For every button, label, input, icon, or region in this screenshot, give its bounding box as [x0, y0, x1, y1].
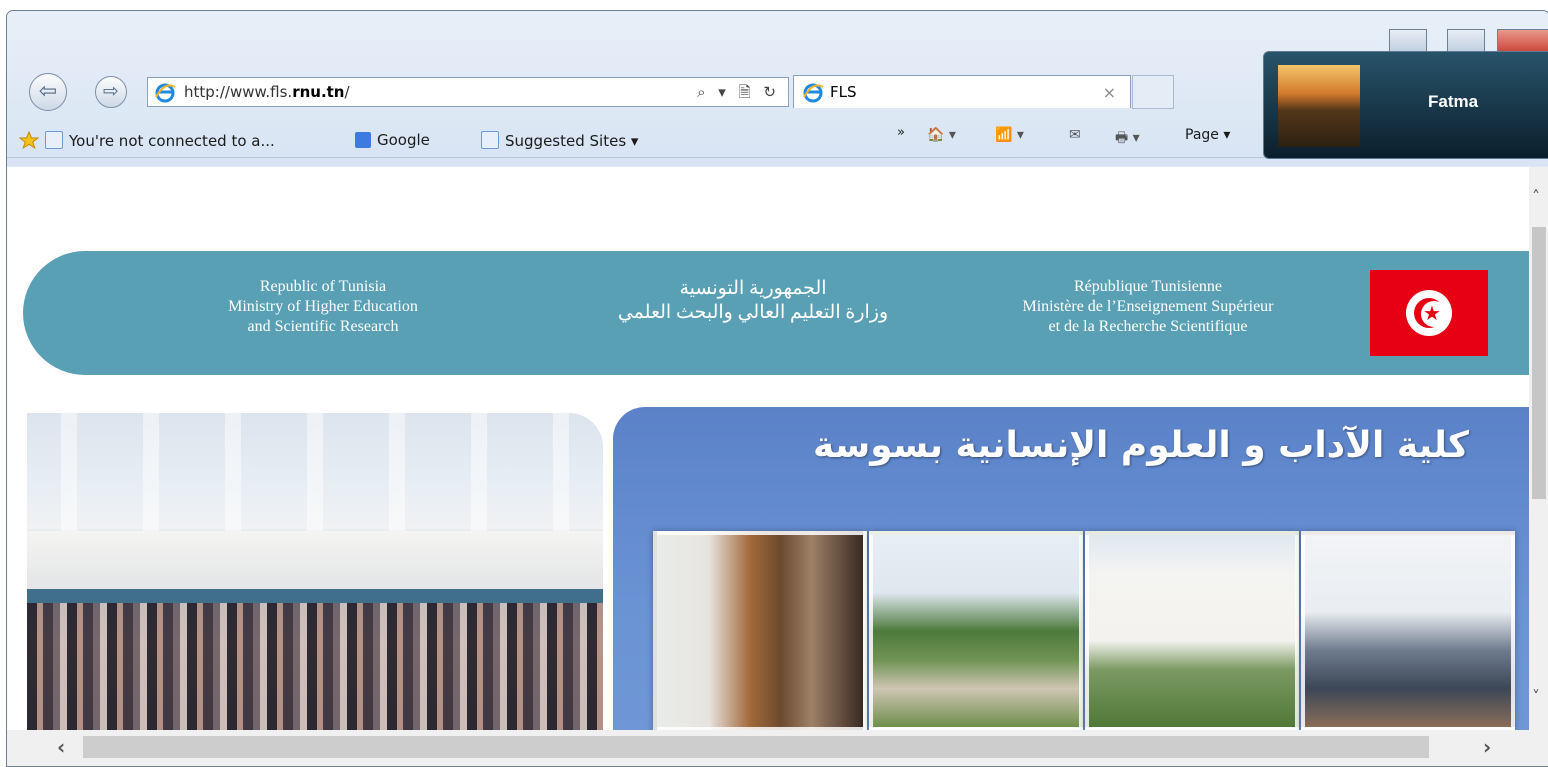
favorites-overflow-icon[interactable]: »	[897, 125, 905, 140]
ie-page-icon	[45, 131, 63, 149]
ie-tab-icon	[803, 83, 824, 103]
banner-text-french: République Tunisienne Ministère de l’Ens…	[1022, 278, 1274, 335]
new-tab-button[interactable]	[1132, 75, 1174, 109]
ie-icon	[155, 83, 176, 103]
college-title: كلية الآداب و العلوم الإنسانية بسوسة	[813, 425, 1469, 466]
tab-title: FLS	[830, 83, 857, 101]
favorites-star-icon[interactable]	[18, 130, 40, 153]
page-menu[interactable]: Page ▾	[1185, 127, 1230, 143]
photo-building	[1085, 531, 1299, 730]
feeds-icon[interactable]: 📶 ▾	[995, 127, 1024, 143]
horizontal-scrollbar[interactable]: ‹ ›	[7, 730, 1548, 766]
profile-name: Fatma	[1428, 92, 1479, 111]
page-content: Republic of Tunisia Ministry of Higher E…	[7, 167, 1529, 730]
horizontal-scroll-thumb[interactable]	[83, 736, 1429, 758]
address-tools-icons[interactable]: ⌕ ▾ 🗎 ↻	[697, 82, 780, 107]
fav-item-google[interactable]: Google	[355, 131, 430, 149]
banner-text-arabic: الجمهورية التونسية وزارة التعليم العالي …	[617, 278, 889, 323]
home-icon[interactable]: 🏠 ▾	[927, 127, 956, 143]
fav-item-not-connected[interactable]: You're not connected to a...	[45, 131, 275, 150]
ie-page-icon	[481, 131, 499, 149]
google-icon	[355, 132, 371, 148]
photo-courtyard	[869, 531, 1083, 730]
print-icon[interactable]: 🖶 ▾	[1115, 127, 1140, 151]
tunisia-flag-icon: ★	[1370, 270, 1488, 356]
scroll-down-icon[interactable]: ˅	[1532, 687, 1540, 706]
scroll-right-icon[interactable]: ›	[1483, 735, 1491, 759]
lecture-hall-photo	[27, 413, 603, 730]
fav-item-suggested-sites[interactable]: Suggested Sites ▾	[481, 131, 638, 150]
scroll-up-icon[interactable]: ˄	[1532, 187, 1540, 206]
profile-picture	[1278, 65, 1360, 147]
vertical-scrollbar[interactable]: ˄ ˅	[1529, 167, 1548, 730]
mail-icon[interactable]: ✉	[1069, 127, 1081, 143]
banner-text-english: Republic of Tunisia Ministry of Higher E…	[228, 278, 418, 335]
ministry-banner: Republic of Tunisia Ministry of Higher E…	[23, 251, 1529, 375]
photo-classroom	[653, 531, 867, 730]
tab-close-icon[interactable]: ×	[1103, 83, 1116, 102]
forward-button[interactable]: ⇨	[95, 76, 127, 108]
scroll-left-icon[interactable]: ‹	[57, 735, 65, 759]
address-bar[interactable]: http://www.fls.rnu.tn/ ⌕ ▾ 🗎 ↻	[147, 77, 789, 107]
address-url: http://www.fls.rnu.tn/	[184, 83, 350, 101]
tab-fls[interactable]: FLS ×	[793, 75, 1131, 108]
browser-chrome: ⇦ ⇨ http://www.fls.rnu.tn/ ⌕ ▾ 🗎 ↻ FLS ×	[7, 11, 1548, 166]
vertical-scroll-thumb[interactable]	[1532, 227, 1546, 499]
college-header-panel: كلية الآداب و العلوم الإنسانية بسوسة	[613, 407, 1529, 730]
back-button[interactable]: ⇦	[29, 73, 67, 111]
browser-window: ⇦ ⇨ http://www.fls.rnu.tn/ ⌕ ▾ 🗎 ↻ FLS ×	[6, 10, 1548, 767]
photo-computer-lab	[1301, 531, 1515, 730]
user-profile-tile[interactable]: Fatma	[1263, 51, 1548, 159]
